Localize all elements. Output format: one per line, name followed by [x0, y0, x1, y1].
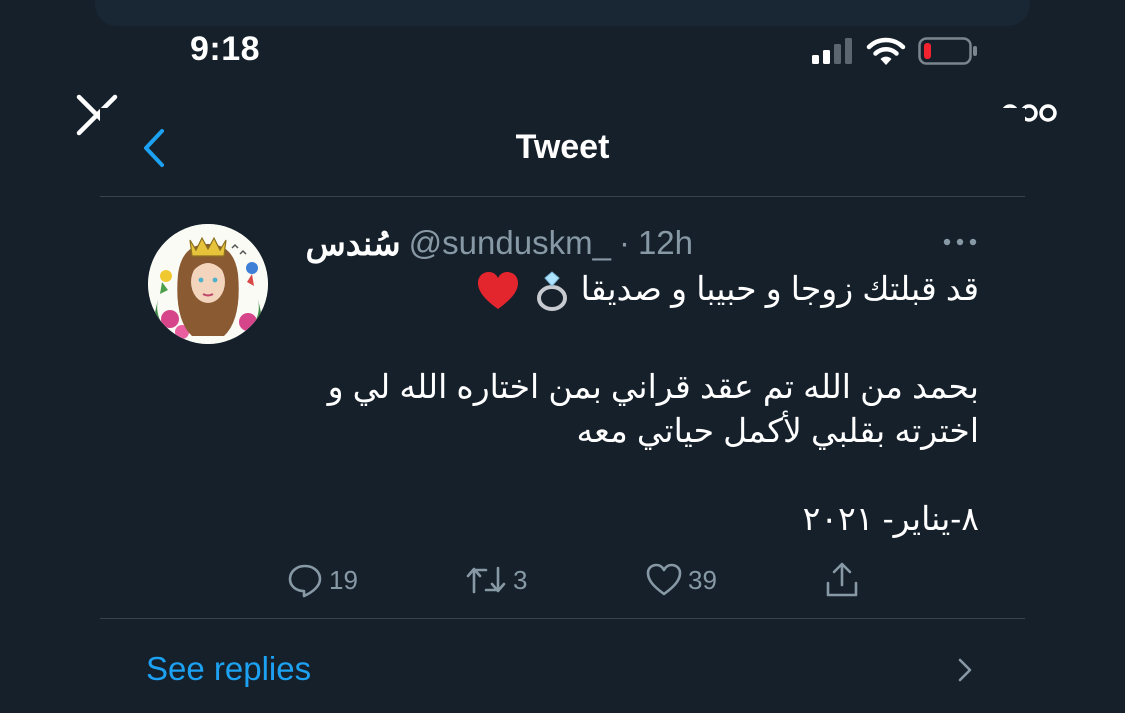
separator-dot: · [618, 224, 630, 261]
tweet-line-2: بحمد من الله تم عقد قراني بمن اختاره الل… [327, 368, 979, 405]
like-button[interactable]: 39 [646, 560, 717, 600]
ring-emoji [537, 271, 568, 312]
tweet-line-4: ٨-يناير- ٢٠٢١ [802, 500, 979, 537]
share-icon [826, 562, 858, 597]
retweet-button[interactable]: 3 [465, 560, 527, 600]
share-button[interactable] [824, 560, 860, 600]
reply-button[interactable]: 19 [287, 560, 358, 600]
signal-icon [812, 38, 852, 64]
like-icon [646, 563, 682, 596]
tweet-header: سُندس @sunduskm_ · 12h [305, 224, 693, 262]
tweet-line-3: اخترته بقلبي لأكمل حياتي معه [576, 412, 979, 449]
reply-count: 19 [329, 564, 358, 595]
header-divider [100, 196, 1025, 197]
author-name[interactable]: سُندس [305, 224, 400, 263]
see-replies-link[interactable]: See replies [146, 650, 311, 688]
tweet-text-1: قد قبلتك زوجا و حبيبا و صديقا [580, 270, 979, 307]
retweet-count: 3 [513, 564, 528, 595]
wifi-icon [866, 37, 906, 65]
like-count: 39 [688, 564, 717, 595]
heart-emoji [478, 272, 519, 310]
retweet-icon [466, 566, 506, 594]
page-title: Tweet [515, 128, 610, 166]
avatar-illustration [148, 224, 268, 344]
avatar[interactable] [148, 224, 268, 344]
reply-icon [288, 564, 322, 598]
chevron-right-icon[interactable] [956, 656, 974, 684]
tweet-line-1: قد قبلتك زوجا و حبيبا و صديقا [279, 266, 979, 312]
actions-divider [100, 618, 1025, 619]
status-time: 9:18 [190, 30, 261, 68]
author-handle[interactable]: @sunduskm_ [409, 224, 611, 262]
caret-icon[interactable] [938, 232, 982, 252]
tweet-time: 12h [637, 224, 693, 261]
battery-icon [918, 37, 977, 65]
status-bar: 9:18 [0, 0, 1125, 100]
